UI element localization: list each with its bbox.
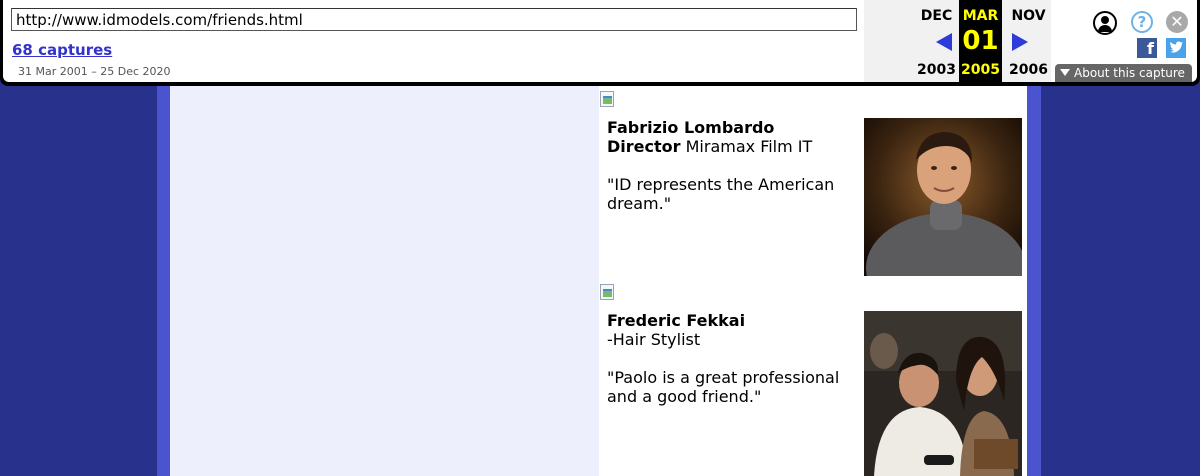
friend-entry: Fabrizio Lombardo Director Miramax Film …	[599, 90, 1027, 280]
user-icon[interactable]	[1093, 11, 1117, 35]
broken-image-icon	[599, 90, 621, 110]
friend-bio: Frederic Fekkai -Hair Stylist "Paolo is …	[607, 311, 857, 406]
friend-company: -Hair Stylist	[607, 330, 701, 349]
friend-quote: "ID represents the American dream."	[607, 175, 835, 213]
calendar-current-month: MAR	[962, 8, 999, 24]
capture-date-range: 31 Mar 2001 – 25 Dec 2020	[18, 65, 171, 78]
friend-photo	[864, 311, 1022, 476]
calendar-current: MAR 01 2005	[959, 0, 1002, 82]
calendar-current-year: 2005	[961, 62, 1000, 78]
close-icon[interactable]: ✕	[1166, 11, 1188, 33]
friend-bio: Fabrizio Lombardo Director Miramax Film …	[607, 118, 857, 213]
friend-quote: "Paolo is a great professional and a goo…	[607, 368, 840, 406]
friend-role: -Hair Stylist	[607, 330, 857, 349]
next-arrow-icon[interactable]	[1012, 33, 1028, 51]
friend-company: Miramax Film IT	[680, 137, 813, 156]
calendar-prev-month[interactable]: DEC	[915, 8, 958, 24]
wayback-toolbar-panel: Go 68 captures 31 Mar 2001 – 25 Dec 2020…	[3, 0, 1197, 82]
friend-title: Director	[607, 137, 681, 156]
friend-photo	[864, 118, 1022, 276]
caret-down-icon	[1060, 69, 1070, 76]
friend-name: Fabrizio Lombardo	[607, 118, 775, 137]
calendar-prev-year[interactable]: 2003	[915, 62, 958, 78]
calendar-current-day: 01	[962, 26, 999, 56]
calendar-next-month[interactable]: NOV	[1007, 8, 1050, 24]
url-input[interactable]	[11, 8, 857, 31]
facebook-icon[interactable]: f	[1137, 38, 1157, 58]
friend-role: Director Miramax Film IT	[607, 137, 857, 156]
about-capture-button[interactable]: About this capture	[1055, 64, 1192, 82]
wayback-toolbar: Go 68 captures 31 Mar 2001 – 25 Dec 2020…	[0, 0, 1200, 86]
about-capture-label: About this capture	[1074, 66, 1185, 80]
friend-entry: Frederic Fekkai -Hair Stylist "Paolo is …	[599, 283, 1027, 476]
friend-name: Frederic Fekkai	[607, 311, 746, 330]
help-icon[interactable]: ?	[1131, 11, 1153, 33]
calendar-next-year[interactable]: 2006	[1007, 62, 1050, 78]
broken-image-icon	[599, 283, 621, 303]
captures-link[interactable]: 68 captures	[12, 41, 112, 59]
twitter-icon[interactable]	[1166, 38, 1186, 58]
prev-arrow-icon[interactable]	[936, 33, 952, 51]
